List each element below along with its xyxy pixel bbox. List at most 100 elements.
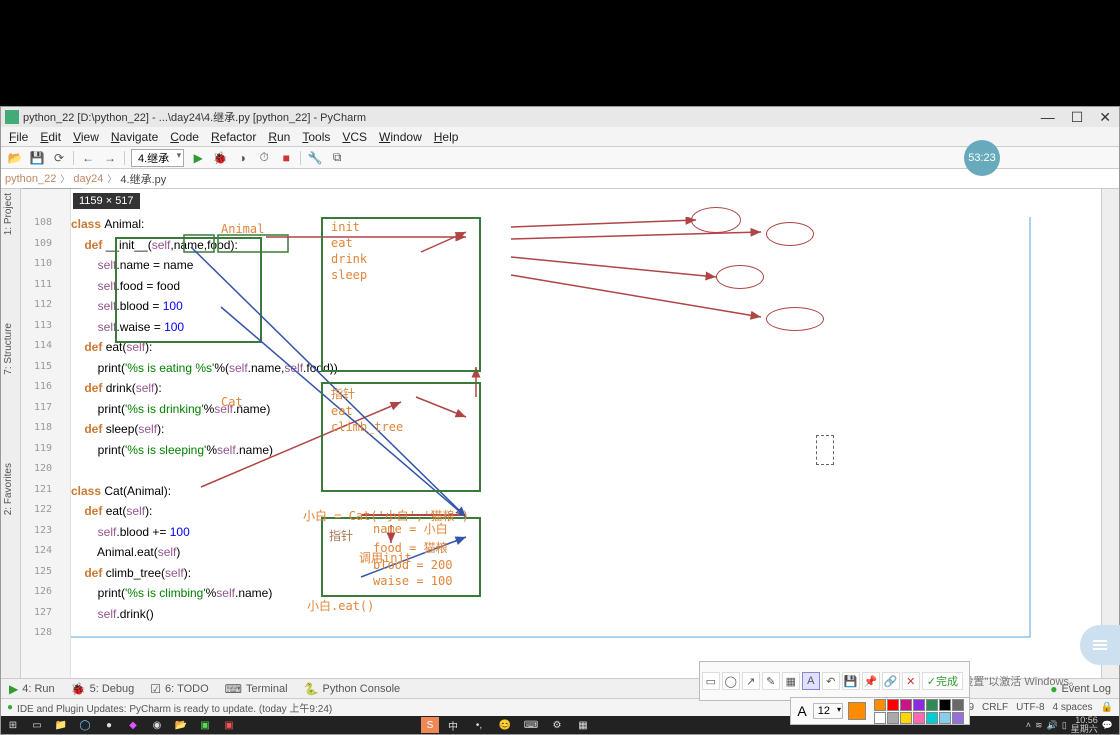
menu-tools[interactable]: Tools — [296, 130, 336, 144]
share-tool-icon[interactable]: 🔗 — [882, 672, 900, 690]
color-swatch[interactable] — [900, 699, 912, 711]
status-indent[interactable]: 4 spaces — [1053, 702, 1093, 713]
color-swatch[interactable] — [939, 712, 951, 724]
run-tool-tab[interactable]: ▶4: Run — [1, 682, 63, 696]
crumb-root[interactable]: python_22 — [5, 173, 56, 185]
screenshot-annotation-toolbar[interactable]: ▭ ◯ ↗ ✎ ▦ A ↶ 💾 📌 🔗 ✕ ✓完成 — [699, 661, 970, 701]
color-swatch[interactable] — [874, 712, 886, 724]
profile-icon[interactable]: ⏱ — [256, 150, 272, 166]
cancel-tool-icon[interactable]: ✕ — [902, 672, 920, 690]
menu-help[interactable]: Help — [428, 130, 465, 144]
app-icon-2[interactable]: ● — [97, 717, 121, 733]
tray-battery-icon[interactable]: ▯ — [1062, 720, 1067, 731]
color-swatch[interactable] — [952, 712, 964, 724]
save-icon[interactable]: 💾 — [29, 150, 45, 166]
menu-file[interactable]: File — [3, 130, 34, 144]
save-tool-icon[interactable]: 💾 — [842, 672, 860, 690]
minimize-button[interactable]: — — [1041, 109, 1055, 126]
mosaic-tool-icon[interactable]: ▦ — [782, 672, 800, 690]
color-swatch[interactable] — [887, 699, 899, 711]
done-button[interactable]: ✓完成 — [922, 672, 963, 690]
favorites-tab[interactable]: 2: Favorites — [1, 459, 16, 519]
line-number: 112 — [21, 299, 70, 320]
current-color-swatch[interactable] — [848, 702, 866, 720]
color-swatch[interactable] — [926, 712, 938, 724]
structure-tab[interactable]: 7: Structure — [1, 319, 16, 379]
pycharm-task-icon[interactable]: ▣ — [193, 717, 217, 733]
project-tab[interactable]: 1: Project — [1, 189, 16, 239]
color-swatch[interactable] — [939, 699, 951, 711]
status-encoding[interactable]: UTF-8 — [1016, 702, 1044, 713]
forward-icon[interactable]: → — [102, 150, 118, 166]
color-swatch[interactable] — [926, 699, 938, 711]
tray-icon-4[interactable]: ▦ — [571, 717, 595, 733]
font-size-dropdown[interactable]: 12 — [813, 703, 843, 719]
color-swatch[interactable] — [874, 699, 886, 711]
todo-tool-tab[interactable]: ☑6: TODO — [142, 682, 216, 696]
tray-icon-2[interactable]: ⌨ — [519, 717, 543, 733]
ime-punct[interactable]: •, — [467, 717, 491, 733]
tray-network-icon[interactable]: ≋ — [1035, 720, 1043, 731]
color-palette[interactable] — [874, 699, 964, 724]
app-icon-3[interactable]: ◆ — [121, 717, 145, 733]
annotation-font-toolbar[interactable]: A 12 — [790, 697, 970, 725]
maximize-button[interactable]: ☐ — [1071, 109, 1084, 126]
settings-icon[interactable]: 🔧 — [307, 150, 323, 166]
terminal-tool-tab[interactable]: ⌨Terminal — [217, 682, 296, 696]
menu-refactor[interactable]: Refactor — [205, 130, 262, 144]
tray-icon-1[interactable]: 😊 — [493, 717, 517, 733]
line-number: 115 — [21, 361, 70, 382]
pyconsole-tool-tab[interactable]: 🐍Python Console — [296, 682, 409, 696]
menu-navigate[interactable]: Navigate — [105, 130, 164, 144]
undo-tool-icon[interactable]: ↶ — [822, 672, 840, 690]
menu-run[interactable]: Run — [262, 130, 296, 144]
coverage-icon[interactable]: ◑ — [234, 150, 250, 166]
color-swatch[interactable] — [913, 712, 925, 724]
color-swatch[interactable] — [887, 712, 899, 724]
ime-icon[interactable]: S — [421, 717, 439, 733]
close-button[interactable]: ✕ — [1099, 109, 1111, 126]
color-swatch[interactable] — [952, 699, 964, 711]
start-button[interactable]: ⊞ — [1, 717, 25, 733]
menu-code[interactable]: Code — [164, 130, 205, 144]
tray-icon-3[interactable]: ⚙ — [545, 717, 569, 733]
diagram-row: init — [323, 219, 479, 235]
tray-volume-icon[interactable]: 🔊 — [1047, 720, 1058, 731]
pen-tool-icon[interactable]: ✎ — [762, 672, 780, 690]
left-gutter-tabs: 1: Project 7: Structure 2: Favorites — [1, 189, 21, 678]
floating-menu-button[interactable] — [1080, 625, 1120, 665]
editor-area[interactable]: 1081091101111121131141151161171181191201… — [21, 189, 1101, 678]
back-icon[interactable]: ← — [80, 150, 96, 166]
open-icon[interactable]: 📂 — [7, 150, 23, 166]
status-lineend[interactable]: CRLF — [982, 702, 1008, 713]
menu-vcs[interactable]: VCS — [336, 130, 373, 144]
ellipse-tool-icon[interactable]: ◯ — [722, 672, 740, 690]
menu-window[interactable]: Window — [373, 130, 428, 144]
sync-icon[interactable]: ⟳ — [51, 150, 67, 166]
menu-edit[interactable]: Edit — [34, 130, 67, 144]
crumb-file[interactable]: 4.继承.py — [120, 171, 166, 187]
debug-tool-tab[interactable]: 🐞5: Debug — [63, 682, 143, 696]
color-swatch[interactable] — [900, 712, 912, 724]
run-config-dropdown[interactable]: 4.继承 — [131, 149, 184, 167]
folder-icon[interactable]: 📂 — [169, 717, 193, 733]
arrow-tool-icon[interactable]: ↗ — [742, 672, 760, 690]
crumb-folder[interactable]: day24 — [73, 173, 103, 185]
color-swatch[interactable] — [913, 699, 925, 711]
debug-icon[interactable]: 🐞 — [212, 150, 228, 166]
text-tool-icon[interactable]: A — [802, 672, 820, 690]
chrome-icon[interactable]: ◉ — [145, 717, 169, 733]
menu-view[interactable]: View — [67, 130, 105, 144]
app-icon-4[interactable]: ▣ — [217, 717, 241, 733]
tray-up-icon[interactable]: ˄ — [1026, 720, 1031, 730]
taskview-icon[interactable]: ▭ — [25, 717, 49, 733]
notification-icon[interactable]: 💬 — [1102, 720, 1113, 731]
explorer-icon[interactable]: 📁 — [49, 717, 73, 733]
ime-lang[interactable]: 中 — [441, 717, 465, 733]
run-icon[interactable]: ▶ — [190, 150, 206, 166]
pin-tool-icon[interactable]: 📌 — [862, 672, 880, 690]
structure-icon[interactable]: ⧉ — [329, 150, 345, 166]
stop-icon[interactable]: ■ — [278, 150, 294, 166]
rect-tool-icon[interactable]: ▭ — [702, 672, 720, 690]
app-icon-1[interactable]: ◯ — [73, 717, 97, 733]
